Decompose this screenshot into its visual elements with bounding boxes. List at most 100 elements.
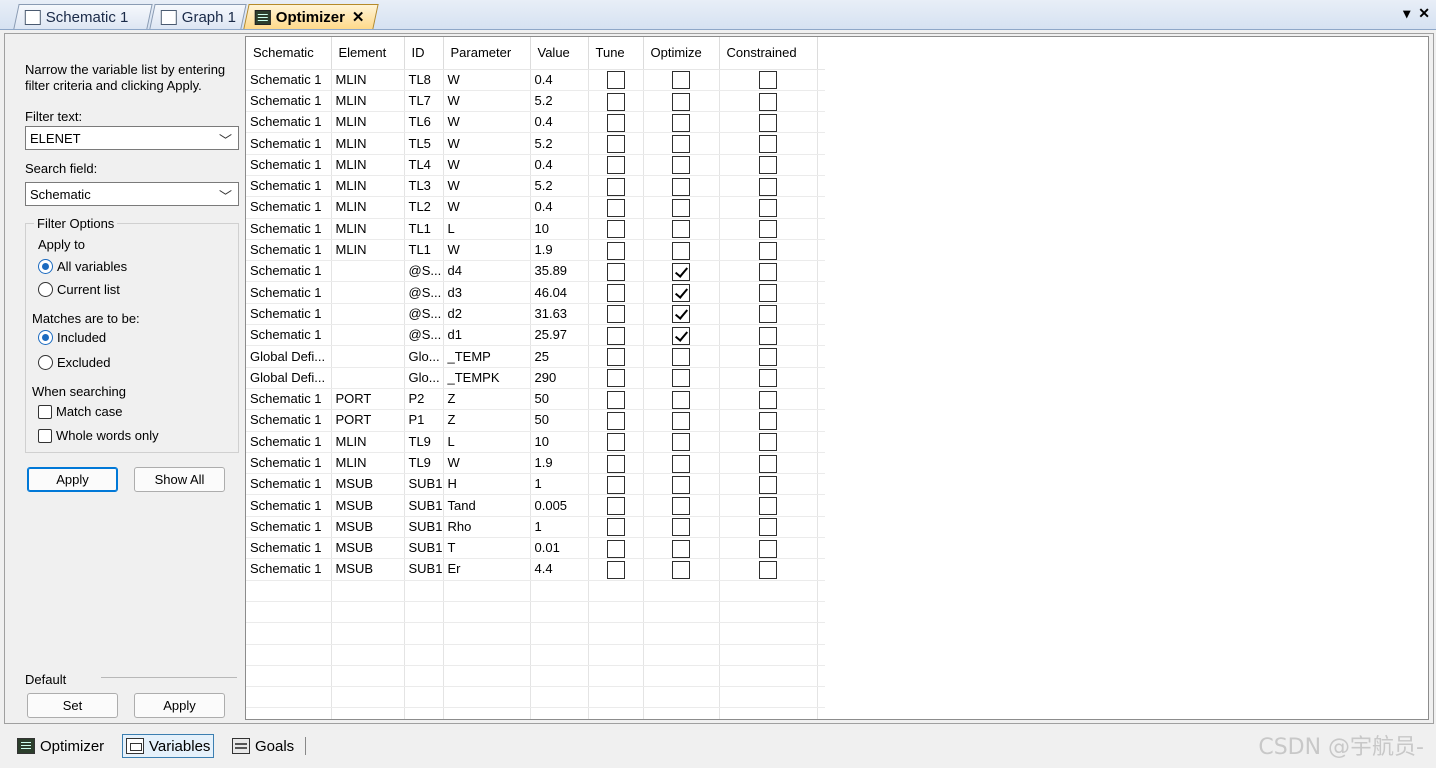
optimize-checkbox[interactable] xyxy=(672,220,690,239)
constrained-checkbox[interactable] xyxy=(759,411,777,430)
constrained-checkbox[interactable] xyxy=(759,433,777,452)
checkbox[interactable] xyxy=(38,404,52,419)
cell-value[interactable]: 5.2 xyxy=(530,175,589,198)
table-row[interactable]: Schematic 1 PORT P2 Z 50 xyxy=(246,388,825,411)
optimize-checkbox[interactable] xyxy=(672,113,690,132)
table-row[interactable]: Schematic 1 MSUB SUB1 T 0.01 xyxy=(246,537,825,560)
optimize-checkbox[interactable] xyxy=(672,262,690,281)
tune-checkbox[interactable] xyxy=(606,177,625,196)
table-row[interactable]: Schematic 1 @S... d2 31.63 xyxy=(246,303,825,326)
radio-button-selected[interactable] xyxy=(38,259,53,274)
constrained-checkbox[interactable] xyxy=(759,561,777,580)
optimize-checkbox[interactable] xyxy=(672,284,690,303)
optimize-checkbox[interactable] xyxy=(672,348,690,367)
table-row[interactable]: Schematic 1 MLIN TL8 W 0.4 xyxy=(246,69,825,91)
optimize-checkbox[interactable] xyxy=(672,561,690,580)
radio-button-selected[interactable] xyxy=(38,330,53,345)
radio-included[interactable]: Included xyxy=(38,330,106,345)
search-field-combo[interactable]: Schematic ﹀ xyxy=(25,182,239,206)
tune-checkbox[interactable] xyxy=(606,198,625,217)
tune-checkbox[interactable] xyxy=(606,518,625,537)
cell-value[interactable]: 0.4 xyxy=(530,69,589,91)
cell-value[interactable]: 1 xyxy=(530,473,589,496)
column-header-element[interactable]: Element xyxy=(331,37,405,70)
radio-button[interactable] xyxy=(38,282,53,297)
column-header-optimize[interactable]: Optimize xyxy=(643,37,720,70)
tune-checkbox[interactable] xyxy=(606,497,625,516)
column-header-constrained[interactable]: Constrained xyxy=(719,37,818,70)
constrained-checkbox[interactable] xyxy=(759,220,777,239)
tune-checkbox[interactable] xyxy=(606,284,625,303)
tab-schematic-1[interactable]: Schematic 1 xyxy=(13,4,153,29)
cell-value[interactable]: 0.005 xyxy=(530,494,589,517)
optimize-checkbox[interactable] xyxy=(672,390,690,409)
optimize-checkbox[interactable] xyxy=(672,92,690,111)
optimize-checkbox[interactable] xyxy=(672,433,690,452)
column-header-id[interactable]: ID xyxy=(404,37,444,70)
radio-button[interactable] xyxy=(38,355,53,370)
tune-checkbox[interactable] xyxy=(606,348,625,367)
checkbox[interactable] xyxy=(38,428,52,443)
table-row[interactable]: Schematic 1 MSUB SUB1 Rho 1 xyxy=(246,516,825,539)
tune-checkbox[interactable] xyxy=(606,113,625,132)
column-header-parameter[interactable]: Parameter xyxy=(443,37,531,70)
table-row[interactable]: Schematic 1 @S... d4 35.89 xyxy=(246,260,825,283)
tune-checkbox[interactable] xyxy=(606,369,625,388)
tune-checkbox[interactable] xyxy=(606,305,625,324)
close-window-icon[interactable]: ✕ xyxy=(1418,5,1430,22)
close-icon[interactable]: ✕ xyxy=(352,8,365,26)
cell-value[interactable]: 1 xyxy=(530,516,589,539)
radio-excluded[interactable]: Excluded xyxy=(38,355,110,370)
optimize-checkbox[interactable] xyxy=(672,305,690,324)
cell-value[interactable]: 1.9 xyxy=(530,452,589,475)
optimize-checkbox[interactable] xyxy=(672,71,690,90)
table-row[interactable]: Schematic 1 MLIN TL5 W 5.2 xyxy=(246,132,825,155)
tune-checkbox[interactable] xyxy=(606,561,625,580)
constrained-checkbox[interactable] xyxy=(759,475,777,494)
table-row[interactable]: Schematic 1 MLIN TL3 W 5.2 xyxy=(246,175,825,198)
set-default-button[interactable]: Set xyxy=(27,693,118,718)
column-header-value[interactable]: Value xyxy=(530,37,589,70)
cell-value[interactable]: 35.89 xyxy=(530,260,589,283)
variables-grid[interactable]: Schematic Element ID Parameter Value Tun… xyxy=(245,36,1429,720)
cell-value[interactable]: 25.97 xyxy=(530,324,589,347)
cell-value[interactable]: 1.9 xyxy=(530,239,589,262)
cell-value[interactable]: 290 xyxy=(530,367,589,389)
constrained-checkbox[interactable] xyxy=(759,135,777,154)
tune-checkbox[interactable] xyxy=(606,454,625,473)
radio-all-variables[interactable]: All variables xyxy=(38,259,127,274)
cell-value[interactable]: 50 xyxy=(530,388,589,411)
cell-value[interactable]: 5.2 xyxy=(530,132,589,155)
table-row[interactable]: Schematic 1 MSUB SUB1 Tand 0.005 xyxy=(246,494,825,517)
constrained-checkbox[interactable] xyxy=(759,113,777,132)
cell-value[interactable]: 31.63 xyxy=(530,303,589,326)
bottom-tab-optimizer[interactable]: Optimizer xyxy=(14,734,107,758)
tune-checkbox[interactable] xyxy=(606,92,625,111)
cell-value[interactable]: 10 xyxy=(530,431,589,453)
constrained-checkbox[interactable] xyxy=(759,156,777,175)
table-row[interactable]: Schematic 1 MLIN TL1 W 1.9 xyxy=(246,239,825,262)
optimize-checkbox[interactable] xyxy=(672,326,690,345)
table-row[interactable]: Schematic 1 MLIN TL7 W 5.2 xyxy=(246,90,825,113)
optimize-checkbox[interactable] xyxy=(672,475,690,494)
tune-checkbox[interactable] xyxy=(606,262,625,281)
tune-checkbox[interactable] xyxy=(606,220,625,239)
cell-value[interactable]: 0.4 xyxy=(530,196,589,219)
constrained-checkbox[interactable] xyxy=(759,518,777,537)
dropdown-menu-icon[interactable]: ▾ xyxy=(1403,5,1410,22)
cell-value[interactable]: 50 xyxy=(530,409,589,432)
optimize-checkbox[interactable] xyxy=(672,411,690,430)
cell-value[interactable]: 5.2 xyxy=(530,90,589,113)
tune-checkbox[interactable] xyxy=(606,539,625,558)
table-row[interactable]: Global Defi... Glo... _TEMPK 290 xyxy=(246,367,825,389)
tune-checkbox[interactable] xyxy=(606,390,625,409)
filter-text-combo[interactable]: ELENET ﹀ xyxy=(25,126,239,150)
column-header-schematic[interactable]: Schematic xyxy=(246,37,332,70)
constrained-checkbox[interactable] xyxy=(759,539,777,558)
optimize-checkbox[interactable] xyxy=(672,198,690,217)
show-all-button[interactable]: Show All xyxy=(134,467,225,492)
tab-graph-1[interactable]: Graph 1 xyxy=(149,4,247,29)
tune-checkbox[interactable] xyxy=(606,71,625,90)
cell-value[interactable]: 10 xyxy=(530,218,589,240)
constrained-checkbox[interactable] xyxy=(759,71,777,90)
